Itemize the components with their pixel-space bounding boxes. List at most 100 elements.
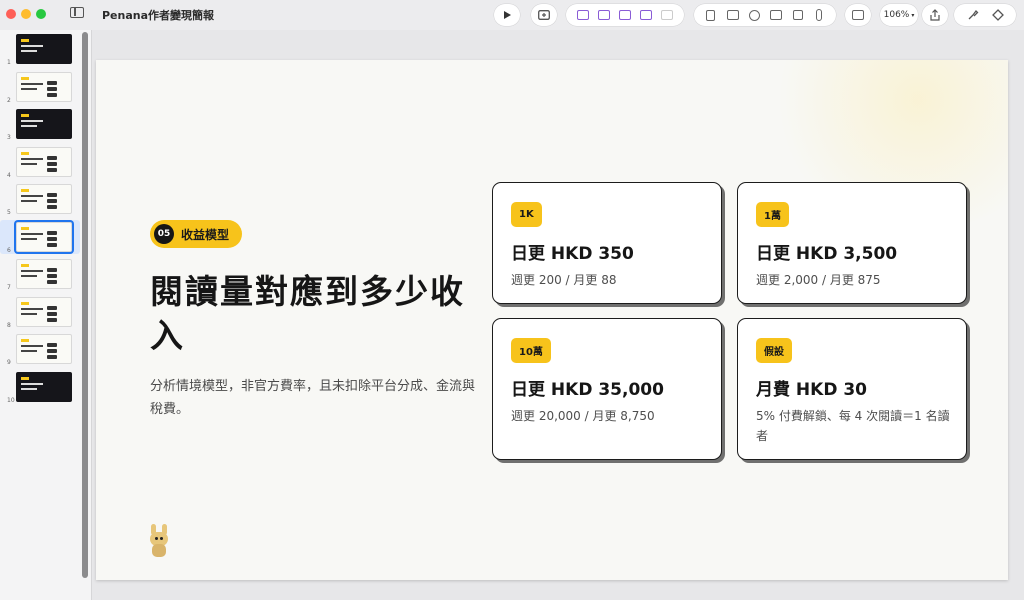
attachment-button[interactable]: [808, 7, 830, 23]
copy-icon: [792, 10, 803, 20]
media-button[interactable]: [614, 7, 635, 23]
sidebar-toggle-icon[interactable]: [70, 7, 84, 18]
slide-thumbnail[interactable]: 4: [0, 145, 80, 179]
slide-number: 10: [7, 396, 15, 404]
screen-icon: [769, 10, 782, 20]
revenue-card-10k: 1萬 日更 HKD 3,500 週更 2,000 / 月更 875: [737, 182, 967, 304]
minimize-window-button[interactable]: [21, 9, 31, 19]
slide-canvas[interactable]: 05 收益模型 閱讀量對應到多少收入 分析情境模型，非官方費率，且未扣除平台分成…: [96, 60, 1008, 580]
slide-preview: [16, 296, 72, 327]
format-button[interactable]: [962, 7, 984, 23]
insert-group: [566, 4, 684, 26]
slide-preview: [16, 184, 72, 214]
card-badge: 10萬: [511, 338, 551, 363]
trash-button[interactable]: [700, 7, 722, 23]
play-icon: [504, 11, 511, 19]
add-slide-button[interactable]: [531, 4, 557, 26]
slide-number: 1: [7, 59, 11, 66]
card-badge: 1K: [511, 202, 542, 227]
inspector-group: [954, 4, 1016, 26]
share-icon: [930, 9, 940, 21]
slide-number: 9: [7, 359, 11, 366]
section-label: 收益模型: [181, 227, 230, 242]
table-button[interactable]: [722, 7, 744, 23]
media-icon: [619, 10, 631, 20]
zoom-value: 106%: [883, 10, 910, 20]
card-detail: 5% 付費解鎖、每 4 次閱讀＝1 名讀者: [756, 409, 950, 443]
slide-thumbnail[interactable]: 1: [0, 32, 80, 66]
slide-number: 6: [7, 246, 11, 254]
card-badge: 1萬: [756, 202, 789, 227]
slide-thumbnail[interactable]: 10: [0, 370, 80, 404]
text-box-icon: [576, 10, 589, 20]
play-button[interactable]: [494, 4, 520, 26]
close-window-button[interactable]: [6, 9, 16, 19]
image-icon: [640, 10, 653, 20]
slide-preview: [16, 371, 72, 402]
animate-icon: [991, 9, 1004, 21]
slide-number: 3: [7, 134, 11, 141]
revenue-card-100k: 10萬 日更 HKD 35,000 週更 20,000 / 月更 8,750: [492, 318, 722, 460]
card-main-value: 月費 HKD 30: [756, 380, 868, 400]
slide-preview: [16, 109, 72, 139]
object-group: [694, 4, 836, 26]
slide-preview: [16, 221, 72, 252]
share-button[interactable]: [922, 4, 948, 26]
slide-preview: [16, 146, 72, 177]
comment-button[interactable]: [845, 4, 871, 26]
shape-icon: [597, 10, 610, 20]
zoom-select[interactable]: 106% ▾: [880, 4, 918, 26]
copy-button[interactable]: [787, 7, 809, 23]
more-insert-button[interactable]: [657, 7, 678, 23]
image-button[interactable]: [636, 7, 657, 23]
navigator-scrollbar[interactable]: [82, 32, 88, 578]
trash-icon: [706, 9, 716, 21]
slide-thumbnail[interactable]: 6: [0, 219, 80, 254]
add-slide-icon: [538, 10, 550, 20]
slide-number: 4: [7, 171, 11, 179]
slide-thumbnail[interactable]: 3: [0, 107, 80, 141]
slide-preview: [16, 334, 72, 364]
section-pill: 05 收益模型: [150, 220, 243, 248]
zoom-window-button[interactable]: [36, 9, 46, 19]
comment-icon: [852, 10, 864, 20]
slide-title: 閱讀量對應到多少收入: [150, 272, 465, 355]
card-detail: 週更 200 / 月更 88: [511, 273, 617, 287]
table-icon: [726, 10, 739, 20]
slide-preview: [16, 34, 72, 64]
card-main-value: 日更 HKD 3,500: [756, 244, 898, 264]
mascot-logo: [148, 524, 170, 558]
revenue-card-1k: 1K 日更 HKD 350 週更 200 / 月更 88: [492, 182, 722, 304]
slide-number: 8: [7, 321, 11, 329]
clock-button[interactable]: [743, 7, 765, 23]
more-insert-icon: [661, 10, 674, 20]
slide-subtitle: 分析情境模型，非官方費率，且未扣除平台分成、金流與稅費。: [150, 379, 476, 417]
slide-thumbnail[interactable]: 7: [0, 257, 80, 291]
assumption-card: 假設 月費 HKD 30 5% 付費解鎖、每 4 次閱讀＝1 名讀者: [737, 318, 967, 460]
text-box-button[interactable]: [572, 7, 593, 23]
slide-number: 5: [7, 209, 11, 216]
card-detail: 週更 20,000 / 月更 8,750: [511, 409, 655, 423]
screen-button[interactable]: [765, 7, 787, 23]
shape-button[interactable]: [593, 7, 614, 23]
slide-number: 7: [7, 284, 11, 291]
slide-thumbnail[interactable]: 2: [0, 70, 80, 104]
slide-thumbnail[interactable]: 8: [0, 295, 80, 329]
slide-thumbnail[interactable]: 5: [0, 182, 80, 216]
attachment-icon: [816, 9, 823, 21]
chevron-down-icon: ▾: [911, 11, 915, 19]
section-number: 05: [154, 224, 174, 244]
format-icon: [968, 10, 978, 20]
card-main-value: 日更 HKD 350: [511, 244, 634, 264]
card-main-value: 日更 HKD 35,000: [511, 380, 664, 400]
title-toolbar: Penana作者變現簡報 106% ▾: [0, 0, 1024, 30]
clock-icon: [748, 9, 760, 21]
slide-number: 2: [7, 96, 11, 104]
document-title: Penana作者變現簡報: [102, 9, 215, 22]
animate-button[interactable]: [987, 7, 1009, 23]
slide-navigator: 1 2 3 4 5 6 7 8 9 10: [0, 30, 92, 600]
slide-thumbnail[interactable]: 9: [0, 332, 80, 366]
slide-preview: [16, 71, 72, 102]
slide-preview: [16, 259, 72, 289]
card-detail: 週更 2,000 / 月更 875: [756, 273, 881, 287]
